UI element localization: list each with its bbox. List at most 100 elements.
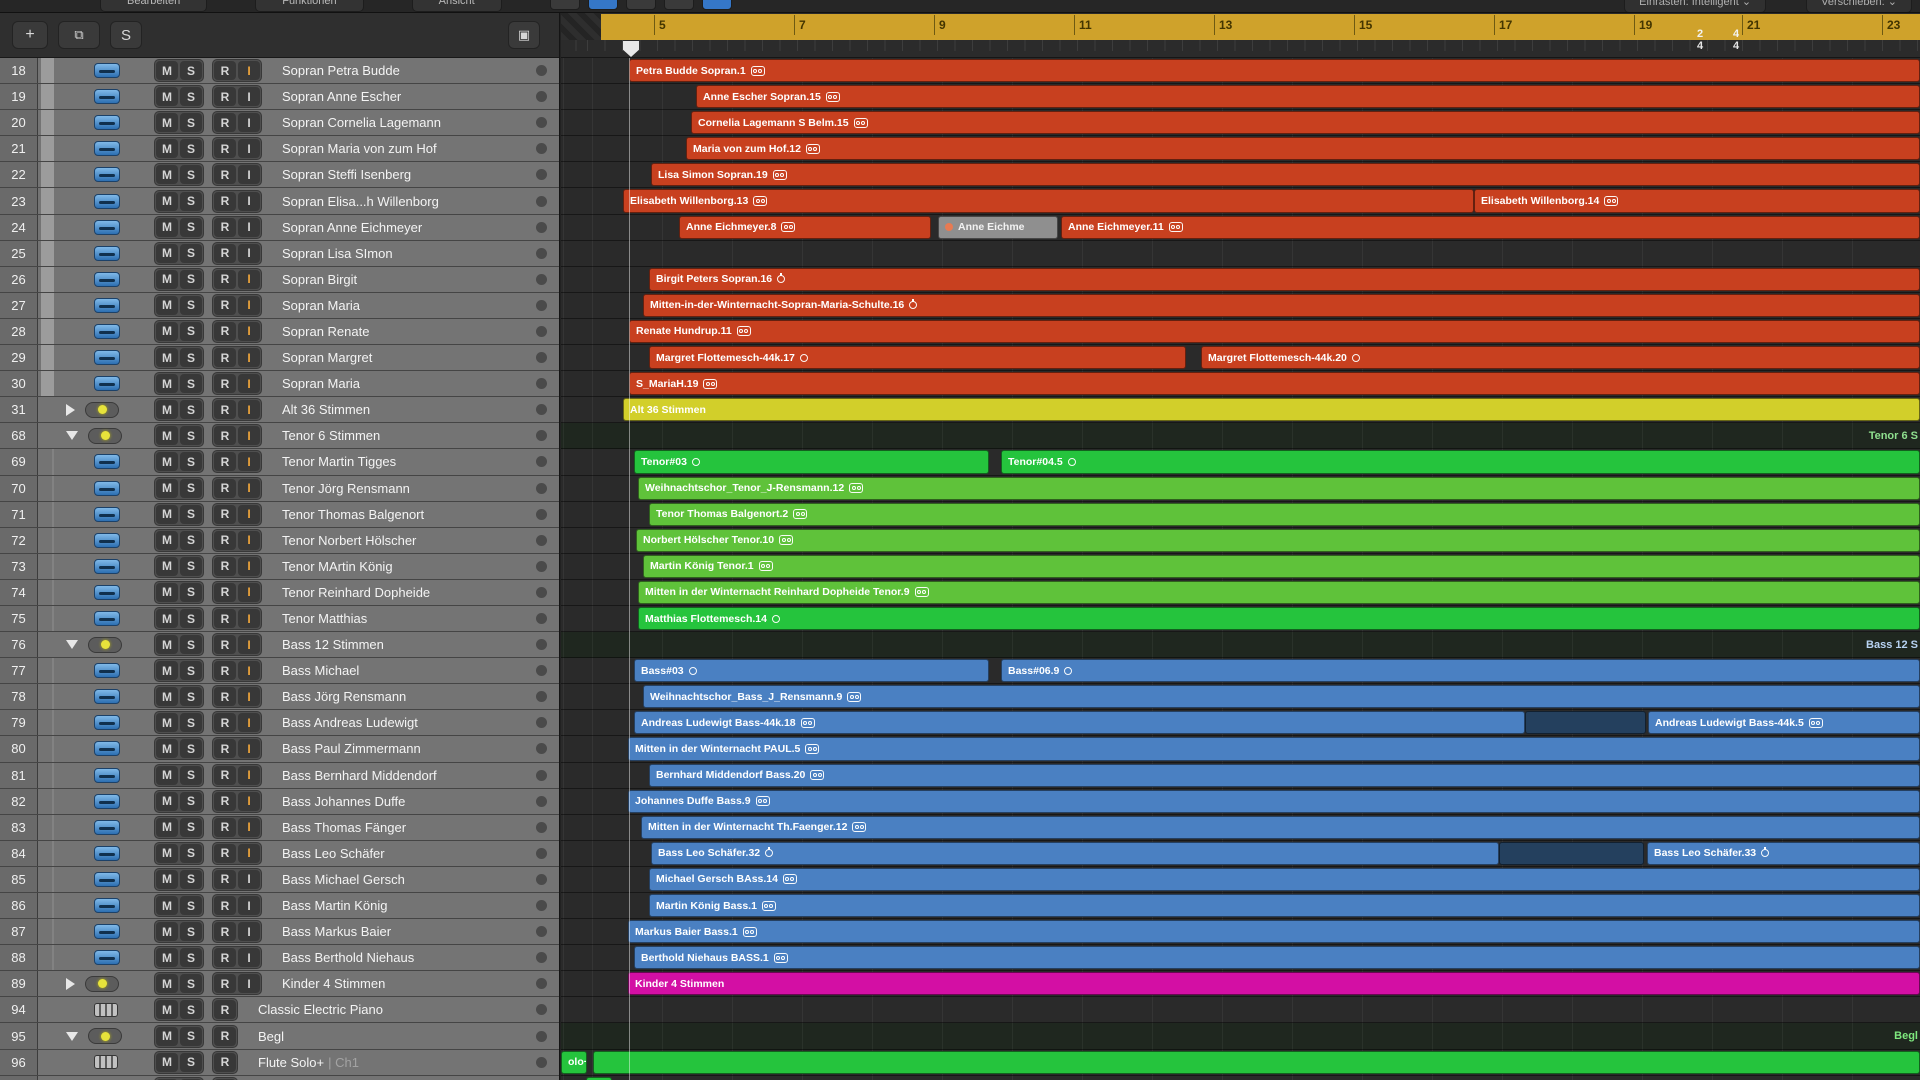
track-header-row[interactable]: 23MSRISopran Elisa...h Willenborg — [0, 188, 559, 214]
arrange-track-lane[interactable]: Weihnachtschor_Bass_J_Rensmann.9 — [561, 684, 1920, 710]
mute-button[interactable]: M — [156, 818, 178, 837]
track-header-row[interactable]: 81MSRIBass Bernhard Middendorf — [0, 763, 559, 789]
track-header-row[interactable]: 78MSRIBass Jörg Rensmann — [0, 684, 559, 710]
region[interactable]: Martin König Tenor.1 — [643, 555, 1920, 578]
record-enable-button[interactable]: R — [214, 113, 236, 132]
record-enable-button[interactable]: R — [214, 661, 236, 680]
playhead-marker[interactable] — [623, 41, 639, 57]
region[interactable] — [593, 1051, 1920, 1074]
track-onoff-dot[interactable] — [536, 639, 547, 650]
record-enable-button[interactable]: R — [214, 296, 236, 315]
mute-button[interactable]: M — [156, 374, 178, 393]
track-onoff-dot[interactable] — [536, 248, 547, 259]
track-onoff-dot[interactable] — [536, 613, 547, 624]
solo-button[interactable]: S — [180, 974, 202, 993]
input-monitor-button[interactable]: I — [238, 896, 260, 915]
region[interactable]: Mitten in der Winternacht PAUL.5 — [628, 737, 1920, 760]
track-header-row[interactable]: 74MSRITenor Reinhard Dopheide — [0, 580, 559, 606]
region[interactable]: Andreas Ludewigt Bass-44k.5 — [1648, 711, 1920, 734]
track-name[interactable]: Flute Solo+| Ch1 — [246, 1050, 536, 1075]
track-onoff-dot[interactable] — [536, 483, 547, 494]
track-header-row[interactable]: 24MSRISopran Anne Eichmeyer — [0, 215, 559, 241]
track-name[interactable]: Tenor 6 Stimmen — [270, 423, 536, 448]
scissors-icon[interactable] — [664, 0, 694, 10]
input-monitor-button[interactable]: I — [238, 296, 260, 315]
input-monitor-button[interactable]: I — [238, 557, 260, 576]
solo-button[interactable]: S — [180, 426, 202, 445]
arrange-track-lane[interactable]: Begl — [561, 1023, 1920, 1049]
solo-button[interactable]: S — [180, 713, 202, 732]
solo-button[interactable]: S — [180, 479, 202, 498]
input-monitor-button[interactable]: I — [238, 139, 260, 158]
region[interactable]: Bass#03 — [634, 659, 989, 682]
track-header-row[interactable]: MSR — [0, 1076, 559, 1080]
track-stack-pill[interactable] — [85, 402, 119, 418]
track-onoff-dot[interactable] — [536, 926, 547, 937]
track-onoff-dot[interactable] — [536, 535, 547, 546]
record-enable-button[interactable]: R — [214, 452, 236, 471]
arrange-track-lane[interactable]: Cornelia Lagemann S Belm.15 — [561, 110, 1920, 136]
track-onoff-dot[interactable] — [536, 874, 547, 885]
track-name[interactable]: Tenor Reinhard Dopheide — [270, 580, 536, 605]
arrange-track-lane[interactable]: Tenor 6 S — [561, 423, 1920, 449]
track-stack-pill[interactable] — [88, 1028, 122, 1044]
arrange-track-lane[interactable]: Markus Baier Bass.1 — [561, 919, 1920, 945]
input-monitor-button[interactable]: I — [238, 948, 260, 967]
region-inspector-button[interactable]: ▣ — [508, 21, 540, 49]
track-onoff-dot[interactable] — [536, 1057, 547, 1068]
mute-button[interactable]: M — [156, 244, 178, 263]
track-header-row[interactable]: 68MSRITenor 6 Stimmen — [0, 423, 559, 449]
track-onoff-dot[interactable] — [536, 456, 547, 467]
mute-button[interactable]: M — [156, 583, 178, 602]
region[interactable]: Birgit Peters Sopran.16 — [649, 268, 1920, 291]
track-header-row[interactable]: 96MSRFlute Solo+| Ch1 — [0, 1050, 559, 1076]
region[interactable]: Andreas Ludewigt Bass-44k.18 — [634, 711, 1525, 734]
track-onoff-dot[interactable] — [536, 352, 547, 363]
sub-ruler[interactable] — [561, 40, 1920, 58]
track-onoff-dot[interactable] — [536, 222, 547, 233]
record-enable-button[interactable]: R — [214, 218, 236, 237]
arrange-track-lane[interactable]: Martin König Tenor.1 — [561, 554, 1920, 580]
arrange-track-lane[interactable]: Norbert Hölscher Tenor.10 — [561, 528, 1920, 554]
track-onoff-dot[interactable] — [536, 743, 547, 754]
mute-button[interactable]: M — [156, 192, 178, 211]
track-onoff-dot[interactable] — [536, 717, 547, 728]
record-enable-button[interactable]: R — [214, 61, 236, 80]
mute-button[interactable]: M — [156, 896, 178, 915]
input-monitor-button[interactable]: I — [238, 766, 260, 785]
input-monitor-button[interactable]: I — [238, 87, 260, 106]
arrange-track-lane[interactable]: Tenor#03Tenor#04.5 — [561, 449, 1920, 475]
grid-icon[interactable] — [550, 0, 580, 10]
solo-button[interactable]: S — [180, 1000, 202, 1019]
arrange-track-lane[interactable]: Mitten in der Winternacht PAUL.5 — [561, 736, 1920, 762]
duplicate-track-button[interactable]: ⧉ — [58, 21, 100, 49]
track-header-row[interactable]: 31MSRIAlt 36 Stimmen — [0, 397, 559, 423]
arrange-track-lane[interactable]: olo+ — [561, 1050, 1920, 1076]
record-enable-button[interactable]: R — [214, 687, 236, 706]
input-monitor-button[interactable]: I — [238, 270, 260, 289]
zoom-icon[interactable] — [702, 0, 732, 10]
track-name[interactable]: Bass Berthold Niehaus — [270, 945, 536, 970]
track-name[interactable]: Sopran Maria von zum Hof — [270, 136, 536, 161]
track-header-row[interactable]: 72MSRITenor Norbert Hölscher — [0, 528, 559, 554]
track-onoff-dot[interactable] — [536, 691, 547, 702]
track-header-row[interactable]: 79MSRIBass Andreas Ludewigt — [0, 710, 559, 736]
track-header-row[interactable]: 85MSRIBass Michael Gersch — [0, 867, 559, 893]
solo-button[interactable]: S — [180, 87, 202, 106]
mute-button[interactable]: M — [156, 531, 178, 550]
snap-dropdown-1[interactable]: Verschieben: ⌄ — [1806, 0, 1912, 13]
track-onoff-dot[interactable] — [536, 300, 547, 311]
track-name[interactable]: Tenor Thomas Balgenort — [270, 502, 536, 527]
region[interactable]: Maria von zum Hof.12 — [686, 137, 1920, 160]
solo-button[interactable]: S — [180, 218, 202, 237]
mute-button[interactable]: M — [156, 165, 178, 184]
arrange-track-lane[interactable]: Mitten in der Winternacht Th.Faenger.12 — [561, 815, 1920, 841]
arrange-track-lane[interactable]: Kinder 4 Stimmen — [561, 971, 1920, 997]
input-monitor-button[interactable]: I — [238, 479, 260, 498]
track-onoff-dot[interactable] — [536, 952, 547, 963]
track-name[interactable]: Sopran Petra Budde — [270, 58, 536, 83]
solo-button[interactable]: S — [180, 557, 202, 576]
track-name[interactable]: Bass Markus Baier — [270, 919, 536, 944]
solo-button[interactable]: S — [180, 322, 202, 341]
track-header-row[interactable]: 87MSRIBass Markus Baier — [0, 919, 559, 945]
